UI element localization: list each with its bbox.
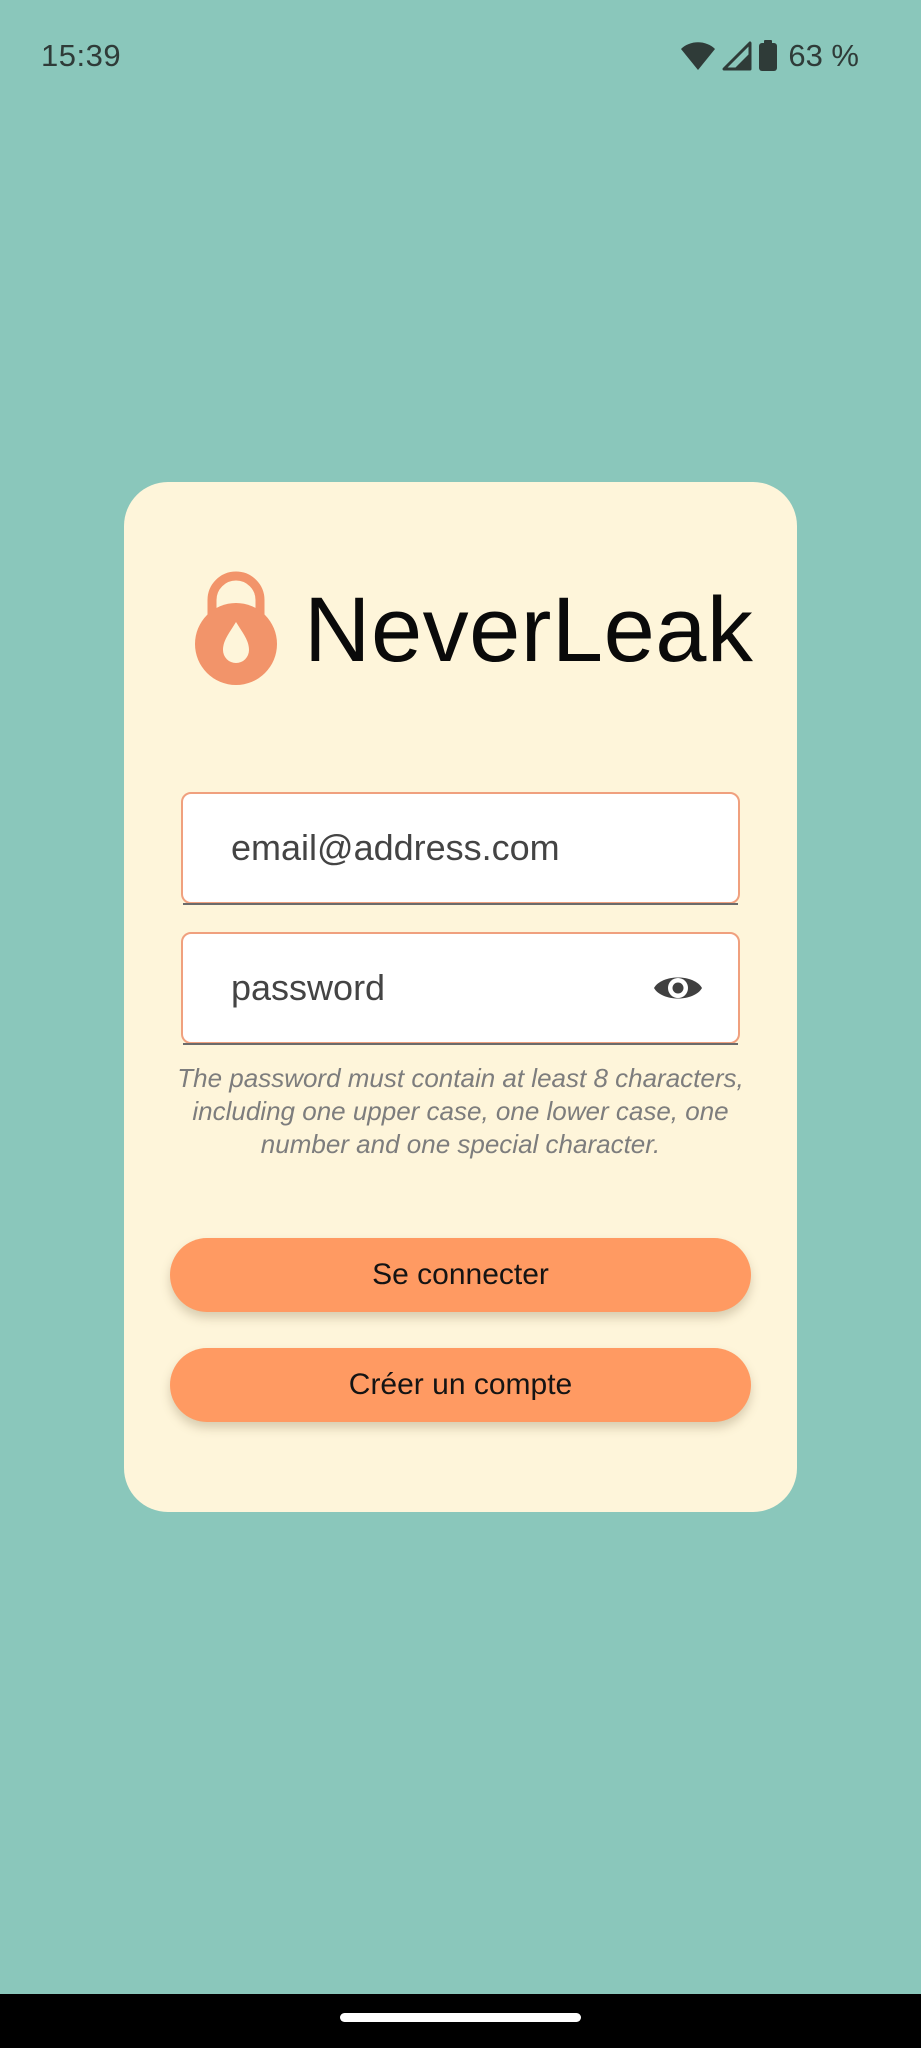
email-field[interactable]: [181, 792, 740, 905]
wifi-icon: [680, 41, 716, 71]
home-indicator[interactable]: [340, 2013, 581, 2022]
status-bar: 15:39 63 %: [0, 0, 921, 112]
battery-icon: [758, 40, 778, 72]
password-hint: The password must contain at least 8 cha…: [177, 1063, 744, 1159]
login-button[interactable]: Se connecter: [170, 1238, 751, 1312]
login-card: NeverLeak The password must contain at l…: [124, 482, 797, 1512]
status-time: 15:39: [41, 38, 122, 73]
password-field[interactable]: [181, 932, 740, 1045]
email-input[interactable]: [231, 794, 671, 902]
password-input[interactable]: [231, 934, 671, 1042]
eye-icon[interactable]: [652, 964, 704, 1012]
signal-icon: [722, 41, 752, 71]
status-icons: 63 %: [680, 36, 859, 76]
brand-header: NeverLeak: [194, 570, 753, 690]
app-title: NeverLeak: [304, 578, 754, 681]
battery-percentage: 63 %: [788, 38, 859, 73]
lock-drop-icon: [194, 570, 278, 691]
create-account-button[interactable]: Créer un compte: [170, 1348, 751, 1422]
navigation-bar: [0, 1994, 921, 2048]
